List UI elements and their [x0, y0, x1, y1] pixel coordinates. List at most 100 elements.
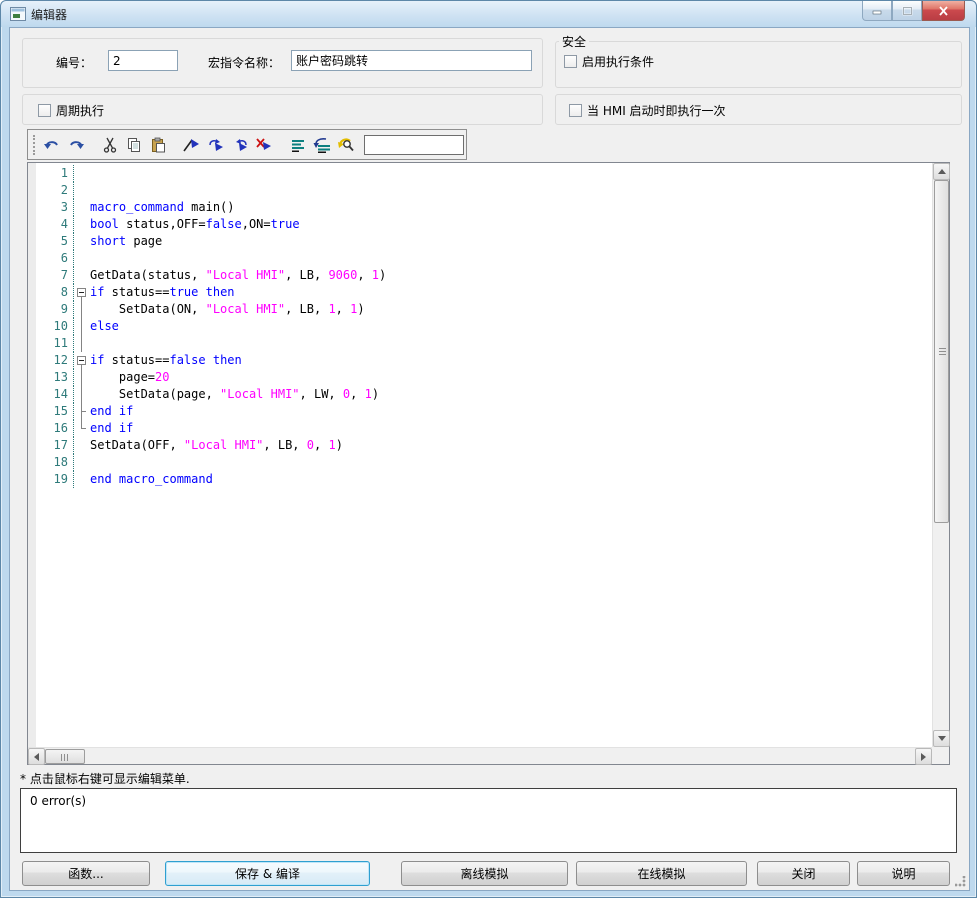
enable-condition-checkbox[interactable]: 启用执行条件: [564, 53, 961, 70]
code-line[interactable]: 3 macro_command main(): [28, 199, 932, 216]
checkbox-icon[interactable]: [569, 104, 582, 117]
close-dialog-button[interactable]: 关闭: [757, 861, 850, 886]
fold-collapse-icon[interactable]: [74, 284, 90, 301]
code-line[interactable]: 12 if status==false then: [28, 352, 932, 369]
code-line[interactable]: 8 if status==true then: [28, 284, 932, 301]
indent-button[interactable]: [286, 133, 310, 157]
line-number[interactable]: 14: [37, 386, 74, 403]
line-number[interactable]: 4: [37, 216, 74, 233]
line-number[interactable]: 11: [37, 335, 74, 352]
line-number[interactable]: 7: [37, 267, 74, 284]
compile-output: 0 error(s): [20, 788, 957, 853]
code-editor[interactable]: 123macro_command main()4bool status,OFF=…: [27, 162, 950, 765]
line-number[interactable]: 12: [37, 352, 74, 369]
toolbar-search-input[interactable]: [364, 135, 464, 155]
fold-minus-box[interactable]: [77, 356, 86, 365]
line-number[interactable]: 3: [37, 199, 74, 216]
line-number[interactable]: 8: [37, 284, 74, 301]
code-line[interactable]: 6: [28, 250, 932, 267]
fold-collapse-icon[interactable]: [74, 352, 90, 369]
line-number[interactable]: 19: [37, 471, 74, 488]
help-button[interactable]: 说明: [857, 861, 950, 886]
code-line[interactable]: 2: [28, 182, 932, 199]
code-text[interactable]: SetData(OFF, "Local HMI", LB, 0, 1): [90, 437, 343, 454]
checkbox-icon[interactable]: [38, 104, 51, 117]
online-sim-button[interactable]: 在线模拟: [576, 861, 747, 886]
undo-button[interactable]: [40, 133, 64, 157]
line-number[interactable]: 13: [37, 369, 74, 386]
macro-id-field[interactable]: [108, 50, 178, 71]
scroll-left-button[interactable]: [28, 748, 45, 765]
code-text[interactable]: GetData(status, "Local HMI", LB, 9060, 1…: [90, 267, 386, 284]
line-number[interactable]: 1: [37, 165, 74, 182]
code-line[interactable]: 5 short page: [28, 233, 932, 250]
code-text[interactable]: if status==true then: [90, 284, 235, 301]
resize-grip[interactable]: [955, 876, 966, 887]
code-text[interactable]: end if: [90, 403, 133, 420]
titlebar[interactable]: 编辑器: [1, 1, 976, 27]
code-text[interactable]: short page: [90, 233, 162, 250]
functions-button[interactable]: 函数...: [22, 861, 150, 886]
code-line[interactable]: 16 end if: [28, 420, 932, 437]
line-number[interactable]: 17: [37, 437, 74, 454]
outdent-button[interactable]: [310, 133, 334, 157]
code-line[interactable]: 11: [28, 335, 932, 352]
code-line[interactable]: 19 end macro_command: [28, 471, 932, 488]
close-button[interactable]: [922, 1, 965, 21]
line-number[interactable]: 5: [37, 233, 74, 250]
code-text[interactable]: end if: [90, 420, 133, 437]
scroll-right-button[interactable]: [915, 748, 932, 765]
vertical-scroll-thumb[interactable]: [934, 180, 949, 523]
copy-button[interactable]: [122, 133, 146, 157]
minimize-button[interactable]: [862, 1, 892, 21]
bookmark-toggle-button[interactable]: [180, 133, 204, 157]
horizontal-scroll-thumb[interactable]: [45, 749, 85, 764]
line-number[interactable]: 16: [37, 420, 74, 437]
code-area[interactable]: 123macro_command main()4bool status,OFF=…: [28, 163, 932, 747]
code-text[interactable]: page=20: [90, 369, 169, 386]
scroll-down-button[interactable]: [933, 730, 950, 747]
code-text[interactable]: macro_command main(): [90, 199, 235, 216]
save-compile-button[interactable]: 保存 & 编译: [165, 861, 370, 886]
startup-checkbox[interactable]: 当 HMI 启动时即执行一次: [569, 102, 961, 119]
code-text[interactable]: else: [90, 318, 119, 335]
code-line[interactable]: 4 bool status,OFF=false,ON=true: [28, 216, 932, 233]
checkbox-icon[interactable]: [564, 55, 577, 68]
bookmark-prev-button[interactable]: [228, 133, 252, 157]
code-line[interactable]: 13 page=20: [28, 369, 932, 386]
line-number[interactable]: 15: [37, 403, 74, 420]
redo-button[interactable]: [64, 133, 88, 157]
toolbar-gripper[interactable]: [33, 135, 35, 155]
line-number[interactable]: 6: [37, 250, 74, 267]
macro-name-field[interactable]: [291, 50, 532, 71]
paste-button[interactable]: [146, 133, 170, 157]
horizontal-scrollbar[interactable]: [28, 747, 932, 764]
code-line[interactable]: 1: [28, 165, 932, 182]
code-line[interactable]: 17 SetData(OFF, "Local HMI", LB, 0, 1): [28, 437, 932, 454]
code-text[interactable]: SetData(page, "Local HMI", LW, 0, 1): [90, 386, 379, 403]
maximize-button[interactable]: [892, 1, 922, 21]
line-number[interactable]: 9: [37, 301, 74, 318]
bookmark-next-button[interactable]: [204, 133, 228, 157]
bookmark-clear-button[interactable]: [252, 133, 276, 157]
scroll-up-button[interactable]: [933, 163, 950, 180]
code-text[interactable]: end macro_command: [90, 471, 213, 488]
vertical-scrollbar[interactable]: [932, 163, 949, 747]
code-text[interactable]: bool status,OFF=false,ON=true: [90, 216, 300, 233]
code-line[interactable]: 14 SetData(page, "Local HMI", LW, 0, 1): [28, 386, 932, 403]
code-line[interactable]: 7 GetData(status, "Local HMI", LB, 9060, …: [28, 267, 932, 284]
code-line[interactable]: 18: [28, 454, 932, 471]
periodic-checkbox[interactable]: 周期执行: [38, 102, 542, 119]
code-text[interactable]: if status==false then: [90, 352, 242, 369]
find-replace-button[interactable]: [334, 133, 358, 157]
fold-minus-box[interactable]: [77, 288, 86, 297]
line-number[interactable]: 10: [37, 318, 74, 335]
cut-button[interactable]: [98, 133, 122, 157]
code-line[interactable]: 15 end if: [28, 403, 932, 420]
line-number[interactable]: 2: [37, 182, 74, 199]
offline-sim-button[interactable]: 离线模拟: [401, 861, 568, 886]
code-line[interactable]: 10 else: [28, 318, 932, 335]
code-text[interactable]: SetData(ON, "Local HMI", LB, 1, 1): [90, 301, 365, 318]
line-number[interactable]: 18: [37, 454, 74, 471]
code-line[interactable]: 9 SetData(ON, "Local HMI", LB, 1, 1): [28, 301, 932, 318]
